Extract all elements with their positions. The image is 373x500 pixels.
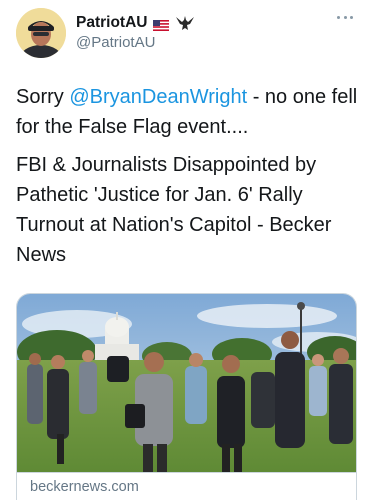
tweet-text-prefix: Sorry [16, 86, 70, 108]
photographers-at-capitol-photo-icon [17, 294, 356, 472]
tweet-text: Sorry @BryanDeanWright - no one fell for… [16, 82, 366, 142]
avatar-photo-icon [16, 8, 66, 58]
us-flag-icon [153, 18, 170, 31]
link-card-domain[interactable]: beckernews.com [30, 479, 139, 495]
author-display-name[interactable]: PatriotAU [76, 14, 147, 32]
author-handle[interactable]: @PatriotAU [76, 34, 155, 51]
tweet[interactable]: PatriotAU @PatriotAU Sorry @BryanDeanWri… [0, 0, 373, 500]
author-avatar[interactable] [16, 8, 66, 58]
eagle-icon [175, 15, 195, 31]
mention-link[interactable]: @BryanDeanWright [69, 86, 247, 108]
link-card-image[interactable] [17, 294, 356, 472]
link-card[interactable]: beckernews.com [16, 293, 357, 500]
link-card-footer[interactable]: beckernews.com [17, 472, 356, 500]
article-headline: FBI & Journalists Disappointed by Pathet… [16, 154, 332, 266]
more-icon[interactable] [337, 14, 353, 20]
